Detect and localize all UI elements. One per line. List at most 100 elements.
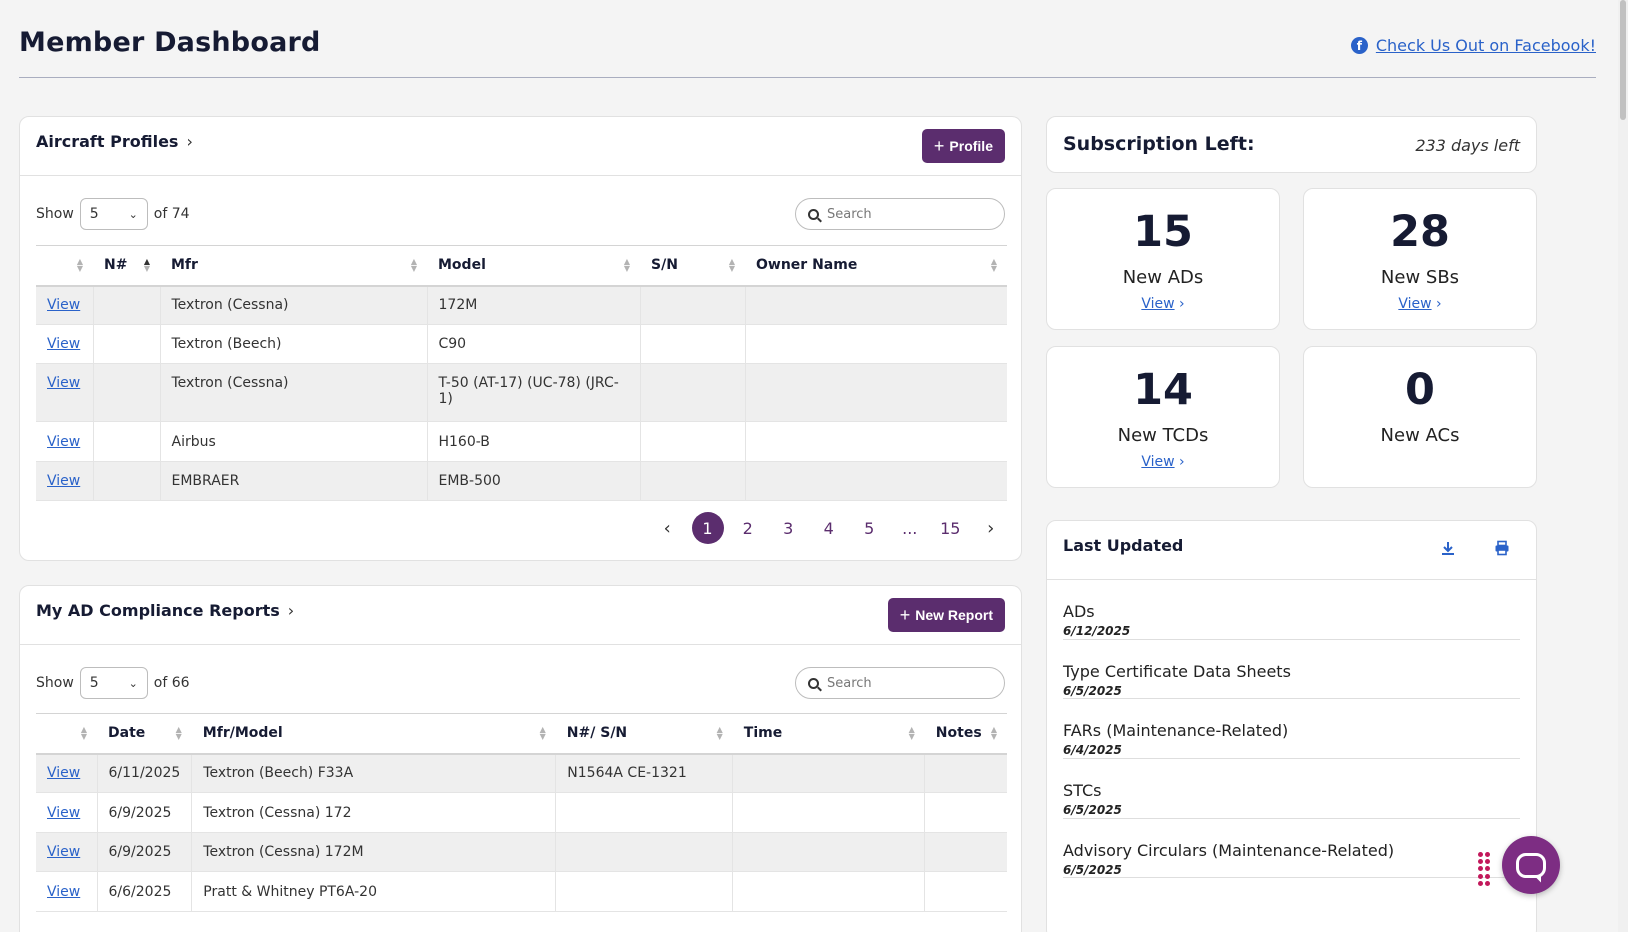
facebook-link[interactable]: f Check Us Out on Facebook! xyxy=(1350,36,1596,55)
column-header-mfr-model[interactable]: Mfr/Model ▲ ▼ xyxy=(191,713,556,755)
new-report-label: New Report xyxy=(915,607,993,623)
page-button[interactable]: 15 xyxy=(930,519,971,538)
cell-model: EMB-500 xyxy=(427,461,641,501)
cell-date: 6/6/2025 xyxy=(97,871,193,912)
sort-icon: ▲ ▼ xyxy=(175,725,182,741)
column-header-notes[interactable]: Notes ▲ ▼ xyxy=(924,713,1007,755)
aircraft-table: ▲ ▼ N# ▲ ▼ Mfr ▲ ▼ Model ▲ ▼ S/N ▲ ▼ Owner Name ▲ ▼… xyxy=(36,245,1007,501)
cell-notes xyxy=(924,753,1007,793)
reports-header: My AD Compliance Reports › + New Report xyxy=(20,586,1021,645)
view-link[interactable]: View xyxy=(47,297,80,313)
reports-search-input[interactable] xyxy=(827,675,987,691)
cell-sn xyxy=(640,421,746,462)
chevron-right-icon[interactable]: › xyxy=(971,518,1012,539)
reports-page-size-select[interactable]: 5 ⌄ xyxy=(79,667,148,699)
scrollbar-thumb[interactable] xyxy=(1620,0,1626,120)
sort-icon: ▲ ▼ xyxy=(76,257,83,273)
cell-date: 6/11/2025 xyxy=(97,753,193,793)
cell-sn xyxy=(640,461,746,501)
view-link[interactable]: View xyxy=(47,473,80,489)
column-header-n[interactable]: N# ▲ ▼ xyxy=(93,245,160,287)
cell-mfr-model: Textron (Cessna) 172M xyxy=(191,832,557,872)
list-item-date: 6/12/2025 xyxy=(1063,624,1131,638)
column-header-view[interactable]: ▲ ▼ xyxy=(36,245,93,287)
download-icon[interactable] xyxy=(1439,540,1457,558)
stat-view-link[interactable]: View › xyxy=(1047,454,1279,470)
list-item-name: FARs (Maintenance-Related) xyxy=(1063,721,1289,741)
list-item-date: 6/5/2025 xyxy=(1063,683,1122,698)
cell-date: 6/9/2025 xyxy=(97,832,193,872)
facebook-link-label[interactable]: Check Us Out on Facebook! xyxy=(1376,36,1596,55)
chat-button[interactable] xyxy=(1502,836,1560,894)
page-ellipsis: ... xyxy=(902,518,918,538)
page-button[interactable]: 5 xyxy=(849,519,890,538)
stat-view-link[interactable]: View › xyxy=(1304,296,1536,312)
column-header-mfr[interactable]: Mfr ▲ ▼ xyxy=(160,245,427,287)
table-row: View 6/6/2025 Pratt & Whitney PT6A-20 xyxy=(36,871,1007,912)
table-header-row: ▲ ▼ N# ▲ ▼ Mfr ▲ ▼ Model ▲ ▼ S/N ▲ ▼ Owner Name ▲ ▼ xyxy=(36,245,1007,287)
page-button[interactable]: 1 xyxy=(691,512,724,544)
cell-owner xyxy=(745,363,1007,422)
page-button[interactable]: 3 xyxy=(768,519,809,538)
page-button[interactable]: 4 xyxy=(809,519,850,538)
cell-mfr-model: Textron (Beech) F33A xyxy=(191,753,557,793)
view-link[interactable]: View xyxy=(47,765,80,781)
view-link[interactable]: View xyxy=(47,884,80,900)
cell-nsn xyxy=(555,832,734,872)
page-scrollbar[interactable] xyxy=(1618,0,1628,932)
aircraft-page-size-select[interactable]: 5 ⌄ xyxy=(79,198,148,230)
column-header-view[interactable]: ▲ ▼ xyxy=(36,713,97,755)
reports-title-link[interactable]: My AD Compliance Reports › xyxy=(36,601,294,620)
new-report-button[interactable]: + New Report xyxy=(887,598,1005,632)
stat-card-new-tcds: 14 New TCDs View › xyxy=(1046,346,1280,488)
reports-show-row: Show 5 ⌄ of 66 xyxy=(36,667,190,699)
table-row: View Textron (Cessna) 172M xyxy=(36,285,1007,325)
stat-value: 15 xyxy=(1133,207,1193,257)
sort-icon: ▲ ▼ xyxy=(716,725,723,741)
cell-date: 6/9/2025 xyxy=(97,792,193,833)
view-link[interactable]: View xyxy=(47,336,80,352)
cell-owner xyxy=(745,461,1007,501)
page-button[interactable]: 2 xyxy=(728,519,769,538)
last-updated-list: ADs 6/12/2025 Type Certificate Data Shee… xyxy=(1063,580,1520,879)
table-row: View 6/9/2025 Textron (Cessna) 172M xyxy=(36,832,1007,872)
view-link[interactable]: View xyxy=(47,844,80,860)
sort-icon: ▲ ▼ xyxy=(143,257,150,273)
stat-label: New ACs xyxy=(1380,425,1460,446)
stat-view-link[interactable]: View › xyxy=(1047,296,1279,312)
cell-time xyxy=(732,832,926,872)
column-header-sn[interactable]: S/N ▲ ▼ xyxy=(640,245,745,287)
sort-icon: ▲ ▼ xyxy=(80,725,87,741)
view-link[interactable]: View xyxy=(47,805,80,821)
drag-handle-icon[interactable] xyxy=(1478,852,1490,886)
stat-label: New ADs xyxy=(1122,267,1204,288)
cell-sn xyxy=(640,285,746,325)
last-updated-header: Last Updated xyxy=(1047,521,1536,580)
cell-mfr: Textron (Beech) xyxy=(160,324,428,364)
cell-nsn xyxy=(555,792,734,833)
printer-icon[interactable] xyxy=(1493,540,1511,558)
add-profile-button[interactable]: + Profile xyxy=(921,129,1005,163)
cell-mfr: Textron (Cessna) xyxy=(160,285,428,325)
column-header-owner[interactable]: Owner Name ▲ ▼ xyxy=(745,245,1007,287)
column-header-time[interactable]: Time ▲ ▼ xyxy=(732,713,925,755)
reports-search[interactable] xyxy=(795,667,1005,699)
aircraft-profiles-header: Aircraft Profiles › + Profile xyxy=(20,117,1021,176)
aircraft-profiles-title-link[interactable]: Aircraft Profiles › xyxy=(36,132,193,151)
list-item: Advisory Circulars (Maintenance-Related)… xyxy=(1063,819,1520,879)
stat-label: New TCDs xyxy=(1117,425,1209,446)
cell-n xyxy=(93,285,161,325)
sort-icon: ▲ ▼ xyxy=(410,257,417,273)
view-link[interactable]: View xyxy=(47,434,80,450)
column-header-model[interactable]: Model ▲ ▼ xyxy=(427,245,640,287)
aircraft-profiles-card: Aircraft Profiles › + Profile Show 5 ⌄ o… xyxy=(19,116,1022,561)
view-link[interactable]: View xyxy=(47,375,80,391)
chevron-left-icon[interactable]: ‹ xyxy=(647,518,688,539)
aircraft-search-input[interactable] xyxy=(827,206,987,222)
list-item: STCs 6/5/2025 xyxy=(1063,759,1520,819)
aircraft-show-row: Show 5 ⌄ of 74 xyxy=(36,198,190,230)
column-header-nsn[interactable]: N#/ S/N ▲ ▼ xyxy=(555,713,733,755)
column-header-date[interactable]: Date ▲ ▼ xyxy=(97,713,192,755)
aircraft-search[interactable] xyxy=(795,198,1005,230)
stat-label: New SBs xyxy=(1380,267,1460,288)
